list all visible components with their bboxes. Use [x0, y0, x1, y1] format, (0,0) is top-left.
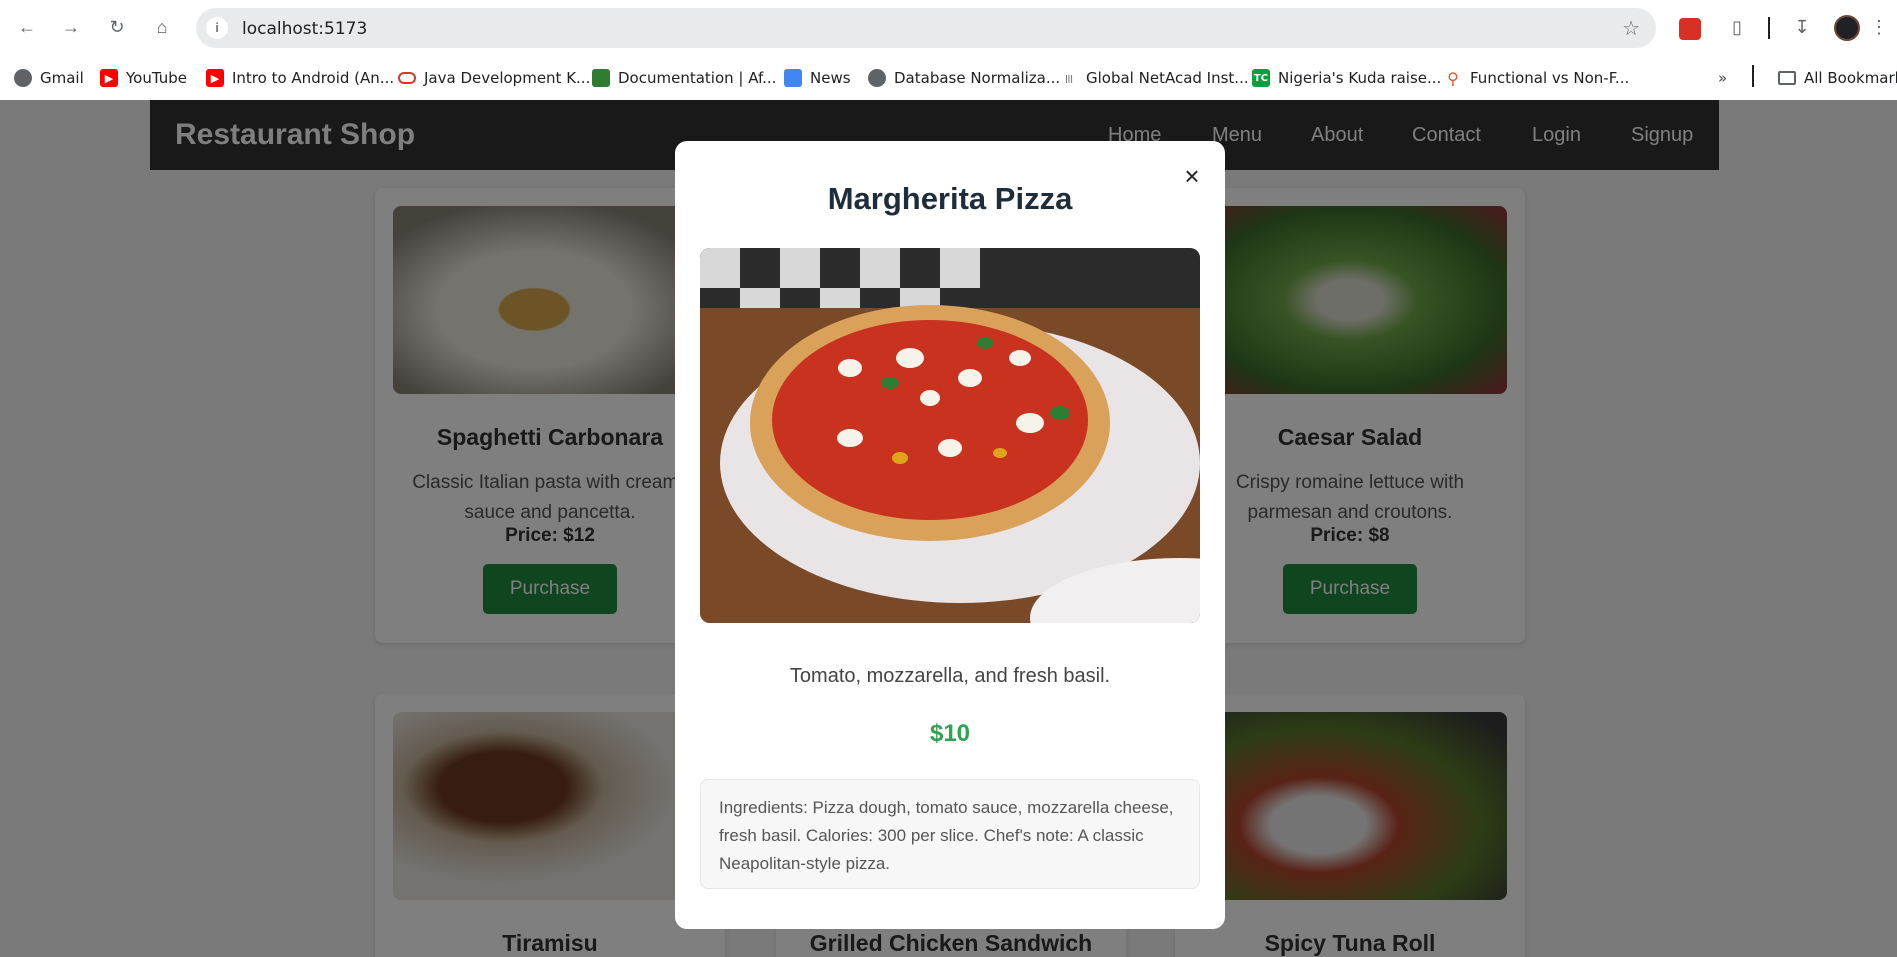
all-bookmarks[interactable]: All Bookmarks [1778, 66, 1897, 90]
techcrunch-icon: TC [1252, 69, 1270, 87]
extension-icon[interactable] [1679, 18, 1701, 40]
folder-icon [1778, 71, 1796, 85]
oracle-icon [398, 72, 416, 84]
youtube-icon: ▶ [206, 69, 224, 87]
download-icon[interactable]: ↧ [1789, 14, 1815, 40]
globe-icon [14, 69, 32, 87]
reload-icon[interactable]: ↻ [102, 12, 132, 42]
search-icon: ⚲ [1444, 69, 1462, 88]
bookmark-database[interactable]: Database Normaliza... [868, 66, 1060, 90]
site-info-icon[interactable]: i [206, 17, 228, 39]
bookmark-docs[interactable]: Documentation | Af... [592, 66, 776, 90]
globe-icon [868, 69, 886, 87]
url-text[interactable]: localhost:5173 [242, 19, 367, 39]
toolbar-divider [1768, 17, 1770, 39]
modal-description: Tomato, mozzarella, and fresh basil. [789, 665, 1111, 687]
more-bookmarks-icon[interactable]: » [1718, 66, 1727, 90]
modal-title: Margherita Pizza [827, 181, 1073, 216]
pizza-image [700, 248, 1200, 623]
browser-toolbar: ← → ↻ ⌂ i localhost:5173 ☆ ▯ ↧ ⋮ [0, 0, 1897, 56]
extensions-puzzle-icon[interactable]: ▯ [1724, 14, 1750, 40]
news-icon [784, 69, 802, 87]
pizza-illustration [700, 248, 1200, 623]
home-icon[interactable]: ⌂ [147, 12, 177, 42]
bookmark-youtube[interactable]: ▶ YouTube [100, 66, 187, 90]
bookmark-java[interactable]: Java Development K... [398, 66, 590, 90]
bookmarks-divider [1752, 65, 1754, 87]
menu-kebab-icon[interactable]: ⋮ [1866, 14, 1892, 40]
bookmark-news[interactable]: News [784, 66, 851, 90]
bookmark-android[interactable]: ▶ Intro to Android (An... [206, 66, 394, 90]
bookmarks-bar: Gmail ▶ YouTube ▶ Intro to Android (An... … [0, 56, 1897, 100]
back-icon[interactable]: ← [12, 12, 42, 42]
docs-icon [592, 69, 610, 87]
address-bar[interactable]: i localhost:5173 ☆ [196, 8, 1656, 48]
bookmark-gmail[interactable]: Gmail [14, 66, 84, 90]
profile-avatar[interactable] [1834, 15, 1860, 41]
bookmark-functional[interactable]: ⚲ Functional vs Non-F... [1444, 66, 1629, 90]
bookmark-netacad[interactable]: ||| Global NetAcad Inst... [1060, 66, 1249, 90]
cisco-icon: ||| [1060, 69, 1078, 87]
product-modal: × Margherita Pizza Tomato, mozzarella, a… [675, 141, 1225, 929]
modal-details: Ingredients: Pizza dough, tomato sauce, … [700, 779, 1200, 889]
bookmark-star-icon[interactable]: ☆ [1622, 16, 1640, 41]
forward-icon[interactable]: → [56, 12, 86, 42]
youtube-icon: ▶ [100, 69, 118, 87]
bookmark-kuda[interactable]: TC Nigeria's Kuda raise... [1252, 66, 1441, 90]
modal-price: $10 [929, 720, 971, 747]
